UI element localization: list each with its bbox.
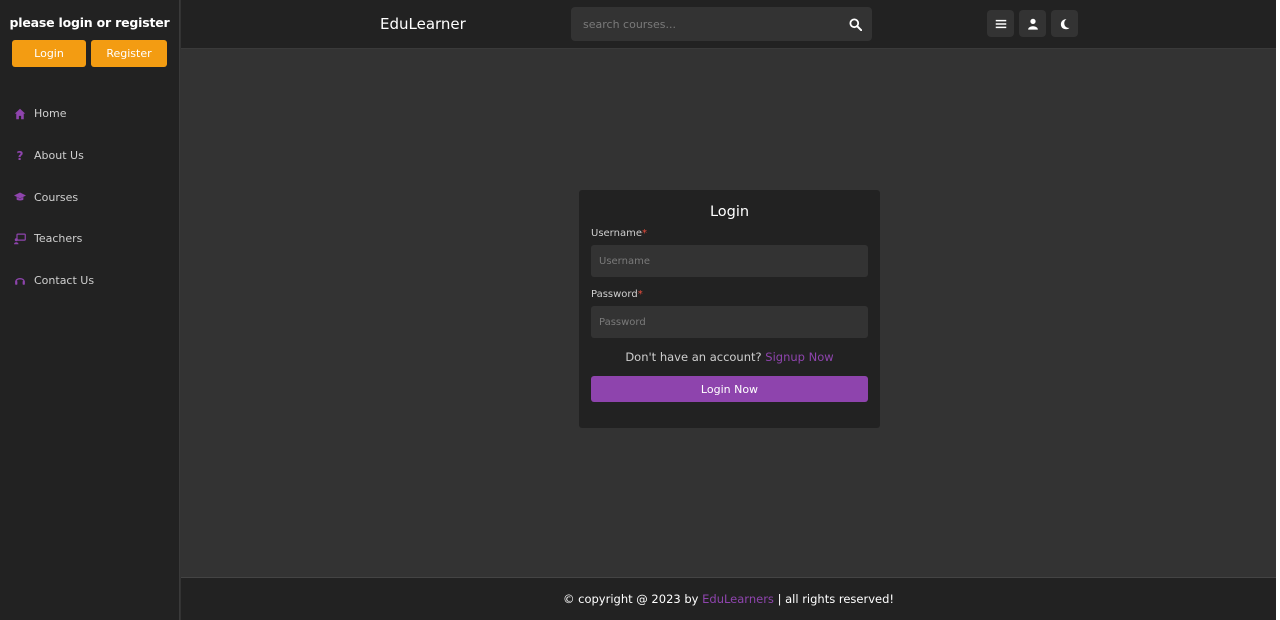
sidebar-item-contact[interactable]: Contact Us (0, 260, 179, 302)
sidebar-item-label: About Us (34, 149, 84, 163)
sidebar-register-button[interactable]: Register (91, 40, 167, 67)
required-mark: * (641, 228, 647, 239)
login-prompt-text: please login or register (9, 15, 170, 30)
sidebar-item-courses[interactable]: Courses (0, 176, 179, 218)
footer-brand-link[interactable]: EduLearners (702, 592, 774, 606)
auth-buttons: Login Register (0, 40, 179, 67)
top-header: EduLearner (181, 0, 1276, 49)
sidebar-item-home[interactable]: Home (0, 93, 179, 135)
signup-prompt-text: Don't have an account? (625, 350, 762, 364)
headset-icon (12, 274, 28, 288)
login-title: Login (709, 204, 750, 220)
app-root: please login or register Login Register … (0, 0, 1280, 620)
sidebar-item-label: Courses (34, 190, 79, 204)
sidebar-item-teachers[interactable]: Teachers (0, 218, 179, 260)
footer-copyright-prefix: © copyright @ 2023 by (562, 592, 699, 606)
moon-icon[interactable] (1051, 10, 1078, 37)
password-field[interactable] (591, 306, 868, 338)
sidebar-item-about[interactable]: ? About Us (0, 135, 179, 177)
window-scrollbar[interactable] (1276, 0, 1280, 620)
sidebar-nav: Home ? About Us Courses Teachers Contact… (0, 93, 179, 301)
sidebar-profile: please login or register Login Register (0, 0, 179, 67)
footer-copyright-suffix: | all rights reserved! (777, 592, 895, 606)
search-bar (571, 7, 872, 41)
sidebar: please login or register Login Register … (0, 0, 180, 620)
required-mark: * (637, 289, 643, 300)
password-label: Password* (591, 289, 868, 300)
sidebar-item-label: Contact Us (34, 274, 95, 288)
user-icon[interactable] (1019, 10, 1046, 37)
login-now-button[interactable]: Login Now (591, 376, 868, 402)
sidebar-item-label: Home (34, 107, 67, 121)
graduation-cap-icon (12, 190, 28, 204)
login-form: Login Username* Password* Don't have an … (579, 190, 880, 428)
sidebar-login-button[interactable]: Login (12, 40, 86, 67)
username-label: Username* (591, 228, 868, 239)
password-label-text: Password (591, 289, 638, 300)
signup-link[interactable]: Signup Now (765, 350, 833, 364)
brand-logo-text[interactable]: EduLearner (380, 15, 466, 33)
footer: © copyright @ 2023 by EduLearners | all … (181, 577, 1276, 620)
username-field[interactable] (591, 245, 868, 277)
menu-icon[interactable] (987, 10, 1014, 37)
signup-prompt: Don't have an account? Signup Now (591, 350, 868, 364)
search-icon[interactable] (838, 7, 872, 41)
home-icon (12, 107, 28, 121)
chalkboard-teacher-icon (12, 232, 28, 246)
sidebar-item-label: Teachers (34, 232, 83, 246)
username-label-text: Username (591, 228, 642, 239)
search-input[interactable] (571, 7, 838, 41)
header-icon-group (987, 10, 1078, 37)
question-icon: ? (16, 148, 24, 163)
